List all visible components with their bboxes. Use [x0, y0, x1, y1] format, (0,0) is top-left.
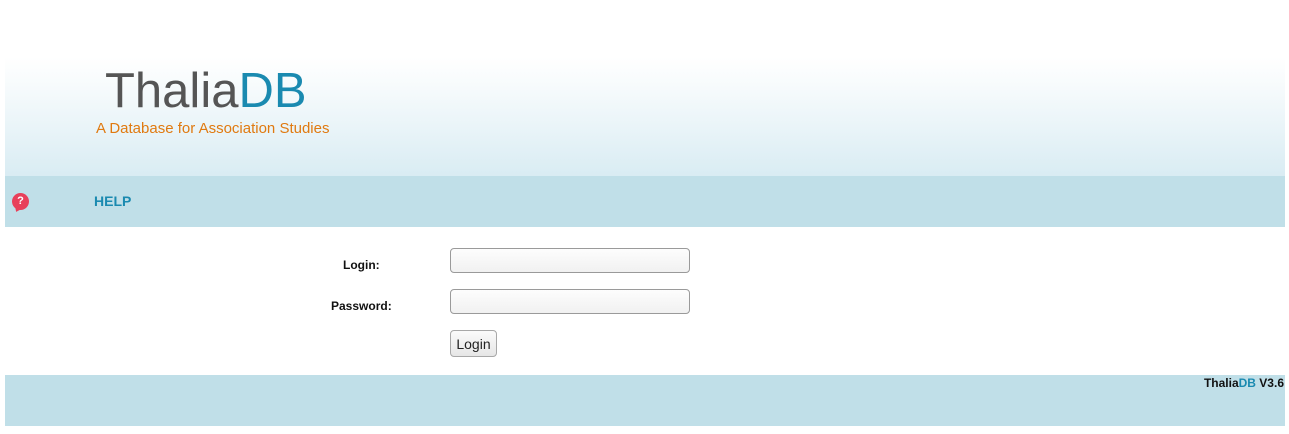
help-icon[interactable]: ?: [12, 193, 29, 210]
logo-text-db: DB: [238, 64, 307, 118]
login-label: Login:: [343, 258, 380, 272]
app-logo[interactable]: ThaliaDB: [105, 65, 307, 117]
footer-brand-db: DB: [1238, 376, 1256, 390]
app-tagline: A Database for Association Studies: [96, 120, 330, 137]
footer-brand-thalia: Thalia: [1203, 376, 1239, 390]
nav-bar: ? HELP: [5, 176, 1285, 227]
logo-text-thalia: Thalia: [105, 64, 239, 118]
login-input[interactable]: [450, 248, 690, 273]
version-label: ThaliaDB V3.6: [1204, 376, 1284, 390]
footer-version-number: V3.6: [1255, 376, 1284, 390]
password-label: Password:: [331, 299, 392, 313]
page: ThaliaDB A Database for Association Stud…: [0, 0, 1289, 434]
login-button[interactable]: Login: [450, 330, 497, 357]
footer: ThaliaDB V3.6: [5, 375, 1285, 426]
header: ThaliaDB A Database for Association Stud…: [5, 57, 1285, 176]
help-link[interactable]: HELP: [94, 193, 131, 209]
password-input[interactable]: [450, 289, 690, 314]
